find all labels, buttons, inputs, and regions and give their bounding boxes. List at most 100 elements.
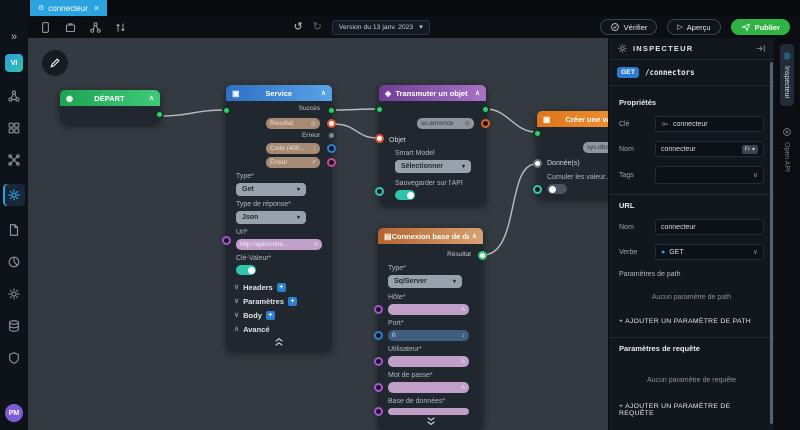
port-resultat-out[interactable]	[327, 119, 336, 128]
inspector-scrollbar[interactable]	[770, 62, 773, 424]
type-select[interactable]: Get ▾	[236, 183, 306, 196]
version-select[interactable]: Version du 13 janv. 2023 ▾	[331, 19, 430, 35]
pie-chart-icon[interactable]	[6, 254, 22, 270]
share-nodes-icon[interactable]	[88, 20, 103, 35]
port-password-in[interactable]	[374, 383, 383, 392]
name-input-field[interactable]	[661, 145, 738, 153]
params-section[interactable]: ∨ Paramètres +	[234, 295, 324, 307]
port-service-in[interactable]	[222, 106, 231, 115]
add-header-badge[interactable]: +	[276, 282, 286, 292]
port-transmuter-out[interactable]	[481, 105, 490, 114]
port-resultat-out[interactable]	[478, 251, 487, 260]
undo-icon[interactable]: ↺	[293, 20, 302, 34]
kv-toggle[interactable]	[236, 265, 256, 275]
collapse-chevron-icon[interactable]: ∧	[321, 89, 326, 97]
port-annonce-out[interactable]	[481, 119, 490, 128]
add-path-param-button[interactable]: + AJOUTER UN PARAMÈTRE DE PATH	[619, 318, 764, 325]
code-pill[interactable]: Code (400... ↕	[266, 143, 320, 154]
connectors-gear-icon[interactable]	[3, 184, 25, 206]
apps-grid-icon[interactable]	[6, 120, 22, 136]
collapse-chevron-icon[interactable]: ∧	[149, 94, 154, 102]
port-save-in[interactable]	[375, 187, 384, 196]
resultat-pill[interactable]: Résultat ◎	[266, 118, 320, 129]
mobile-preview-icon[interactable]	[38, 20, 53, 35]
node-service[interactable]: ▣ Service ∧ Succès Résultat ◎ Erreur Cod…	[222, 85, 336, 351]
port-database-in[interactable]	[374, 407, 383, 416]
port-success-out[interactable]	[327, 106, 336, 115]
port-depart-out[interactable]	[155, 110, 164, 119]
collapse-node-control[interactable]	[226, 337, 332, 347]
user-input-pill[interactable]: A	[388, 356, 469, 367]
briefcase-icon[interactable]	[63, 20, 78, 35]
collapse-chevron-icon[interactable]: ∧	[475, 89, 480, 97]
database-input-pill[interactable]	[388, 408, 469, 415]
tab-openapi[interactable]: Open API	[780, 120, 794, 179]
port-donnees-in[interactable]	[533, 159, 542, 168]
target-icon: ◎	[310, 121, 316, 127]
verb-select[interactable]: ● GET ∨	[655, 244, 764, 260]
smart-model-select[interactable]: Sélectionner ▾	[395, 160, 471, 173]
node-transmuter[interactable]: ◈ Transmuter un objet ∧ so.annonce ◎ Obj…	[375, 85, 490, 205]
settings-gear-icon[interactable]	[6, 286, 22, 302]
workspace-avatar[interactable]: VI	[5, 54, 23, 72]
port-port-in[interactable]	[374, 331, 383, 340]
erreur-pill[interactable]: Erreur ↗	[266, 157, 320, 168]
type-select[interactable]: SqlServer ▾	[388, 275, 462, 288]
preview-button[interactable]: ▷ Aperçu	[667, 19, 721, 35]
url-name-input[interactable]	[655, 219, 764, 235]
node-creer-variable[interactable]: ▣ Créer une varia... sys.dbconf... Donné…	[533, 111, 608, 199]
tab-close-icon[interactable]: ×	[94, 3, 99, 13]
sort-swap-icon[interactable]	[113, 20, 128, 35]
add-body-badge[interactable]: +	[265, 310, 275, 320]
cumul-toggle[interactable]	[547, 184, 567, 194]
port-cumul-in[interactable]	[533, 185, 542, 194]
port-host-in[interactable]	[374, 305, 383, 314]
tab-inspecteur[interactable]: Inspecteur	[779, 44, 794, 106]
add-query-param-button[interactable]: + AJOUTER UN PARAMÈTRE DE REQUÊTE	[619, 403, 764, 417]
edit-pen-button[interactable]	[42, 50, 68, 76]
port-objet-in[interactable]	[375, 134, 384, 143]
node-connexion-bdd[interactable]: ▤ Connexion base de donn... ∧ Résultat T…	[374, 228, 487, 430]
url-pill[interactable]: http://api/conne... A	[236, 239, 322, 250]
expand-node-control[interactable]	[378, 416, 483, 426]
add-param-badge[interactable]: +	[288, 296, 297, 306]
response-type-select[interactable]: Json ▾	[236, 211, 306, 224]
port-url-in[interactable]	[222, 236, 231, 245]
port-code-out[interactable]	[327, 144, 336, 153]
port-transmuter-in[interactable]	[375, 105, 384, 114]
key-input[interactable]	[655, 116, 764, 132]
name-input[interactable]: Fr ▾	[655, 141, 764, 157]
tab-connecteur[interactable]: ⚙ connecteur ×	[30, 0, 108, 16]
advanced-section[interactable]: ∧ Avancé	[234, 323, 324, 335]
url-name-input-field[interactable]	[661, 223, 758, 231]
node-depart[interactable]: ◉ DÉPART ∧	[60, 90, 164, 124]
flow-canvas[interactable]: ◉ DÉPART ∧ ▣ Service ∧ Succès Résultat ◎…	[28, 38, 608, 430]
publish-button[interactable]: Publier	[730, 19, 790, 35]
nodes-cluster-icon[interactable]	[6, 88, 22, 104]
body-section[interactable]: ∨ Body +	[234, 309, 324, 321]
port-erreur2-out[interactable]	[327, 158, 336, 167]
shield-icon[interactable]	[6, 350, 22, 366]
language-badge[interactable]: Fr ▾	[741, 144, 758, 154]
port-creer-in[interactable]	[533, 129, 542, 138]
key-input-field[interactable]	[673, 120, 758, 128]
collapse-chevron-icon[interactable]: ∧	[472, 232, 477, 240]
save-api-toggle[interactable]	[395, 190, 415, 200]
port-user-in[interactable]	[374, 357, 383, 366]
collapse-panel-icon[interactable]	[755, 43, 766, 54]
headers-section[interactable]: ∨ Headers +	[234, 281, 324, 293]
host-input-pill[interactable]: A	[388, 304, 469, 315]
flow-icon[interactable]	[6, 152, 22, 168]
document-icon[interactable]	[6, 222, 22, 238]
verify-button[interactable]: Vérifier	[599, 19, 658, 35]
database-icon[interactable]	[6, 318, 22, 334]
tags-select[interactable]: ∨	[655, 166, 764, 184]
redo-icon[interactable]: ↻	[313, 20, 322, 34]
password-input-pill[interactable]: A	[388, 382, 469, 393]
annonce-pill[interactable]: so.annonce ◎	[417, 118, 474, 129]
port-input-pill[interactable]: 0 ↕	[388, 330, 469, 341]
expand-sidebar-icon[interactable]: »	[11, 30, 17, 44]
dbconf-pill[interactable]: sys.dbconf...	[583, 142, 608, 153]
user-avatar[interactable]: PM	[5, 404, 23, 422]
port-erreur-out[interactable]	[327, 131, 336, 140]
